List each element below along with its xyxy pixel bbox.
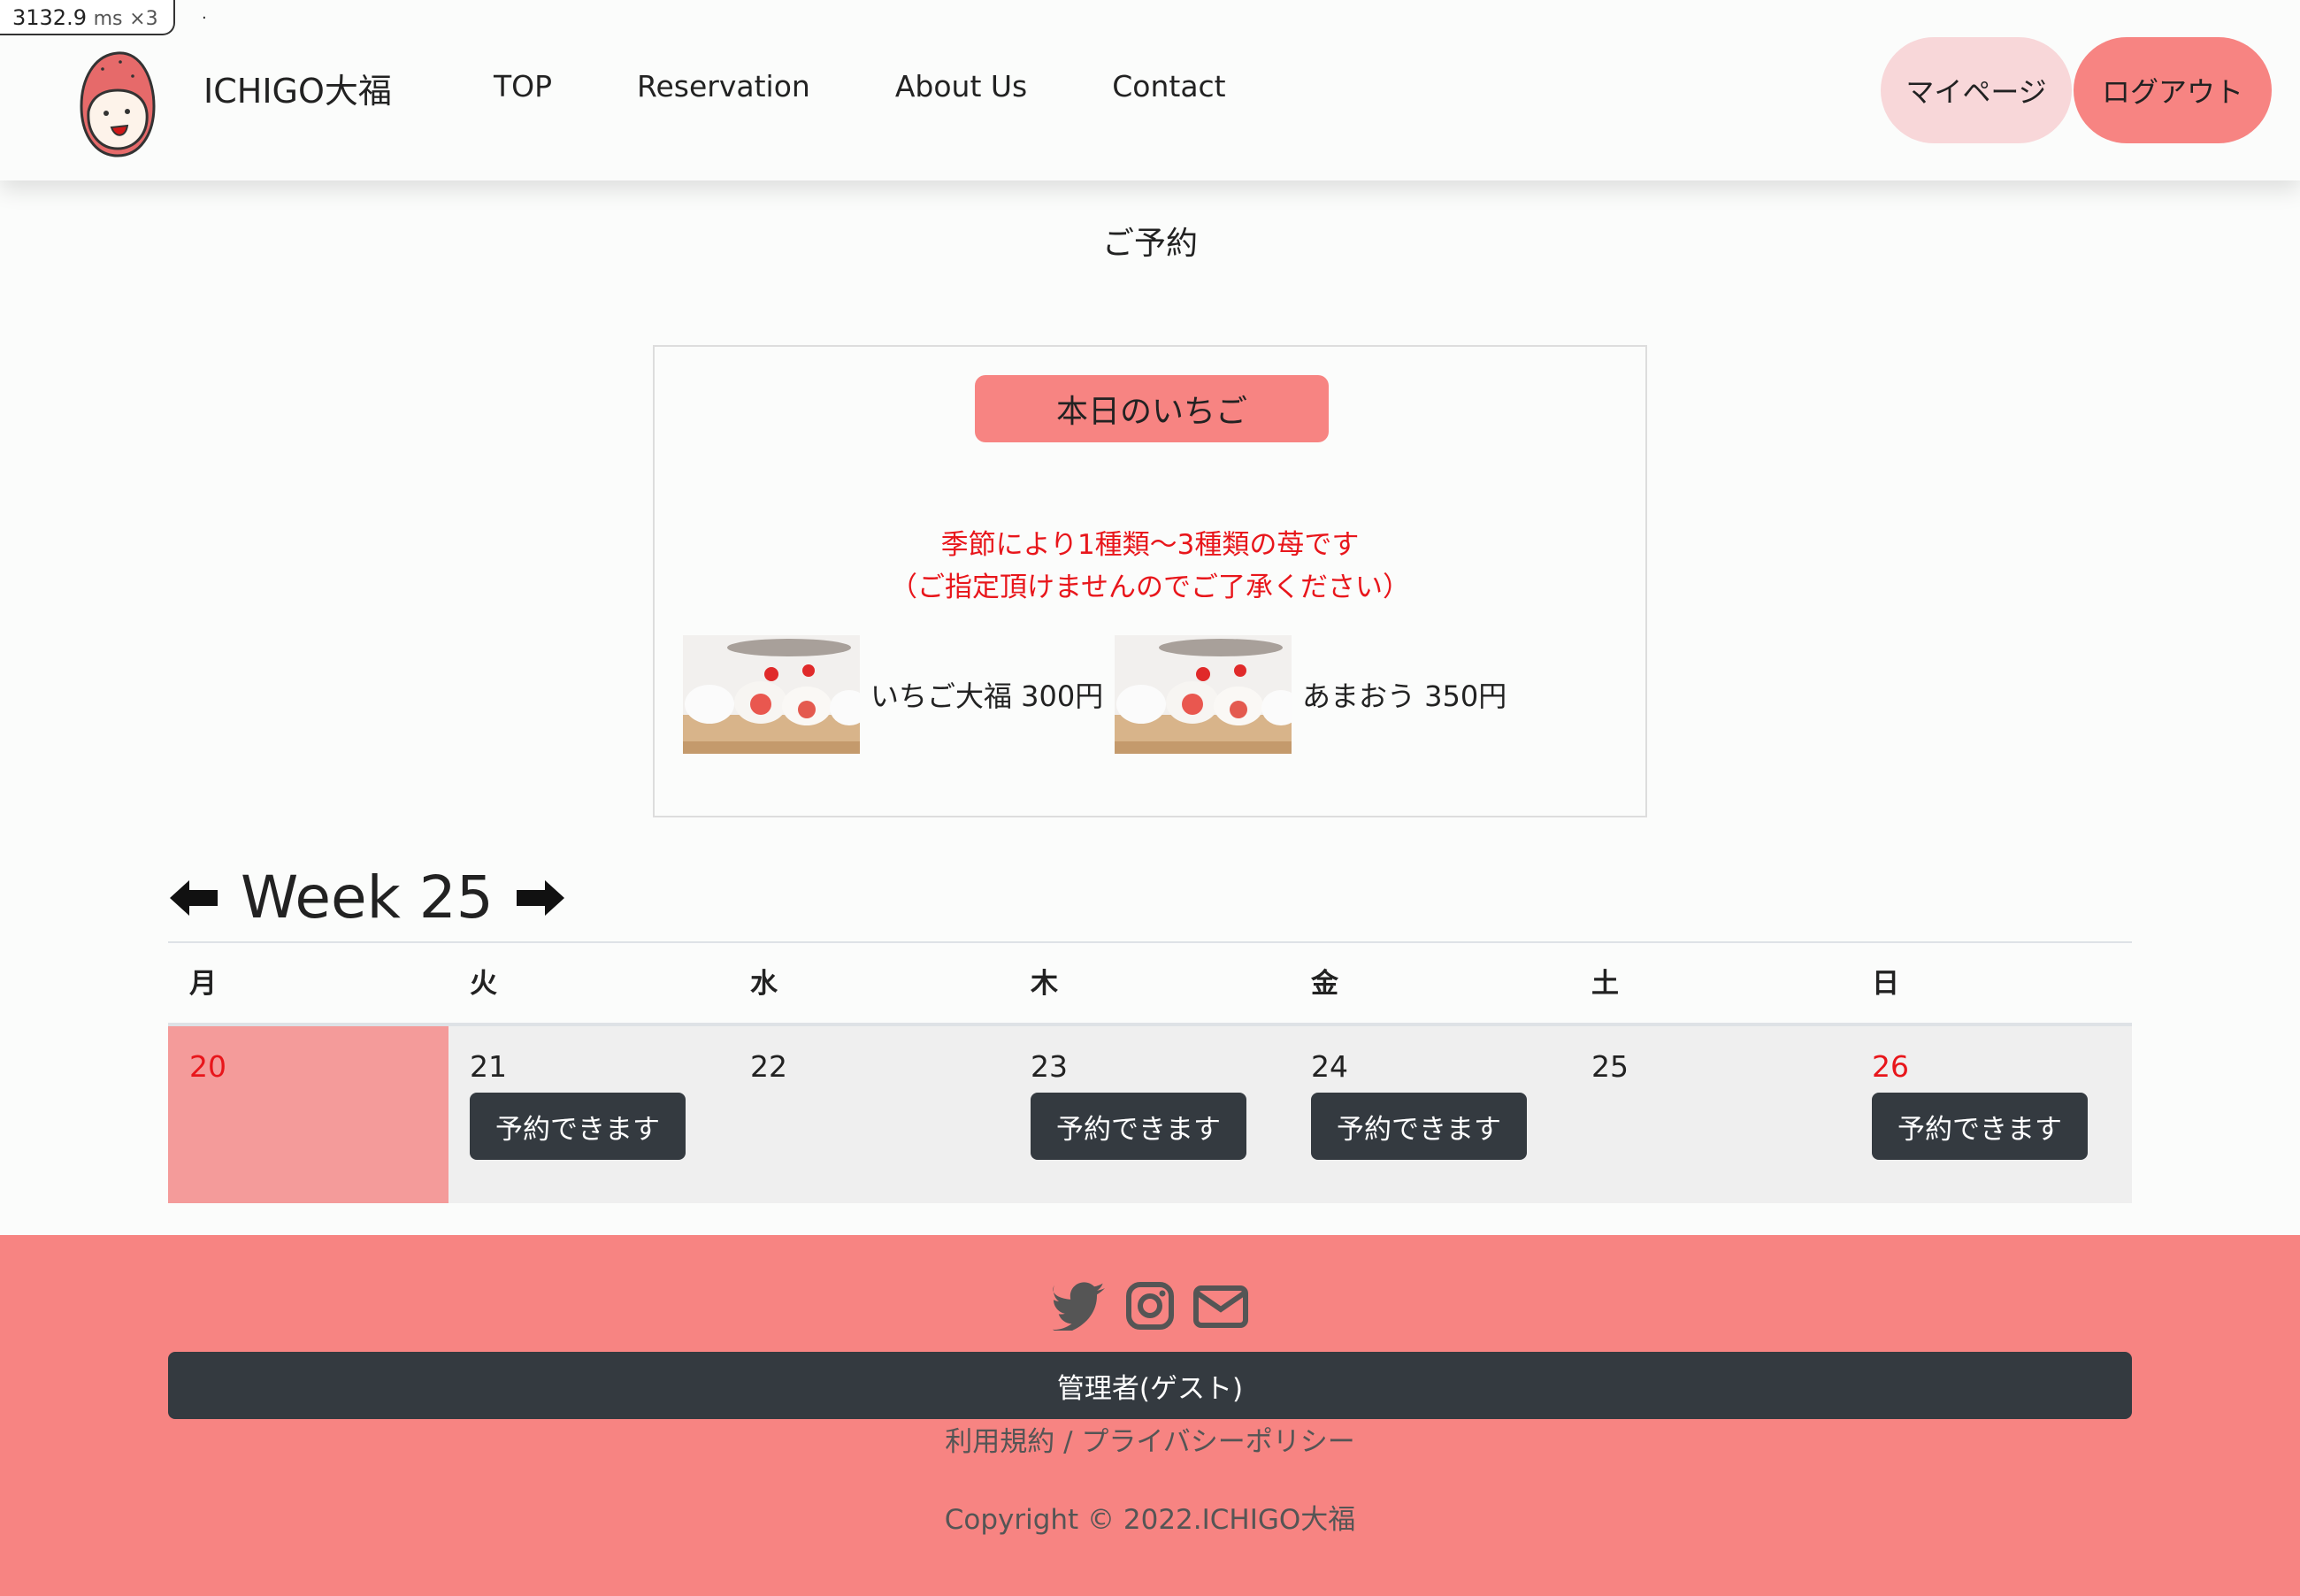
today-badge: 本日のいちご bbox=[975, 375, 1329, 442]
nav-top[interactable]: TOP bbox=[494, 69, 552, 104]
reserve-available-button[interactable]: 予約できます bbox=[1031, 1093, 1246, 1160]
product-item: あまおう 350円 bbox=[1115, 635, 1506, 754]
admin-guest-button[interactable]: 管理者(ゲスト) bbox=[168, 1352, 2132, 1419]
reserve-available-button[interactable]: 予約できます bbox=[1872, 1093, 2088, 1160]
calendar-day-row: 20 21 予約できます 22 23 予約できます 24 予約できます 25 26 予約できます bbox=[168, 1026, 2132, 1203]
arrow-right-icon[interactable] bbox=[515, 879, 566, 917]
calendar-day-cell: 26 予約できます bbox=[1851, 1026, 2131, 1203]
day-number: 20 bbox=[189, 1049, 226, 1084]
instagram-icon[interactable] bbox=[1123, 1281, 1177, 1331]
weekday-wed: 水 bbox=[750, 968, 778, 1000]
social-links bbox=[0, 1281, 2300, 1331]
main-nav: TOP Reservation About Us Contact bbox=[494, 69, 1311, 104]
nav-reservation[interactable]: Reservation bbox=[637, 69, 810, 104]
weekday-sun: 日 bbox=[1872, 968, 1899, 1000]
week-calendar: 月 火 水 木 金 土 日 20 21 予約できます 22 23 予約できます 24 予約でき… bbox=[168, 941, 2132, 1203]
day-number: 25 bbox=[1591, 1049, 1629, 1084]
mypage-button[interactable]: マイページ bbox=[1881, 37, 2072, 143]
perf-multiplier: ×3 bbox=[129, 8, 158, 30]
logout-button[interactable]: ログアウト bbox=[2074, 37, 2272, 143]
calendar-day-cell: 20 bbox=[168, 1026, 448, 1203]
site-header: ICHIGO大福 TOP Reservation About Us Contac… bbox=[0, 0, 2300, 180]
notice-line-2: （ご指定頂けませんのでご了承ください） bbox=[889, 572, 1411, 603]
page-title: ご予約 bbox=[1101, 226, 1198, 262]
weekday-sat: 土 bbox=[1591, 968, 1619, 1000]
daifuku-image bbox=[683, 635, 860, 754]
week-label: Week 25 bbox=[241, 863, 494, 932]
calendar-day-cell: 23 予約できます bbox=[1009, 1026, 1290, 1203]
weekday-mon: 月 bbox=[189, 968, 217, 1000]
calendar-header-row: 月 火 水 木 金 土 日 bbox=[168, 941, 2132, 1026]
today-strawberry-card: 本日のいちご 季節により1種類〜3種類の苺です （ご指定頂けませんのでご了承くだ… bbox=[653, 345, 1647, 817]
arrow-left-icon[interactable] bbox=[168, 879, 219, 917]
weekday-thu: 木 bbox=[1031, 968, 1058, 1000]
calendar-day-cell: 22 bbox=[729, 1026, 1009, 1203]
strawberry-notice: 季節により1種類〜3種類の苺です （ご指定頂けませんのでご了承ください） bbox=[655, 524, 1645, 609]
amaou-image bbox=[1115, 635, 1292, 754]
calendar-day-cell: 21 予約できます bbox=[448, 1026, 729, 1203]
mail-icon[interactable] bbox=[1193, 1281, 1248, 1331]
perf-time: 3132.9 bbox=[12, 5, 87, 30]
perf-dot: · bbox=[202, 9, 207, 27]
day-number: 26 bbox=[1872, 1049, 1909, 1084]
week-navigation: Week 25 bbox=[168, 863, 566, 932]
weekday-fri: 金 bbox=[1311, 968, 1338, 1000]
notice-line-1: 季節により1種類〜3種類の苺です bbox=[940, 529, 1360, 561]
product-name: いちご大福 300円 bbox=[870, 679, 1104, 713]
copyright: Copyright © 2022.ICHIGO大福 bbox=[944, 1504, 1356, 1536]
reserve-available-button[interactable]: 予約できます bbox=[470, 1093, 686, 1160]
strawberry-mascot-logo[interactable] bbox=[76, 50, 159, 159]
day-number: 21 bbox=[470, 1049, 507, 1084]
perf-badge: 3132.9 ms ×3 bbox=[0, 0, 175, 35]
weekday-tue: 火 bbox=[470, 968, 497, 1000]
calendar-day-cell: 24 予約できます bbox=[1290, 1026, 1570, 1203]
day-number: 24 bbox=[1311, 1049, 1348, 1084]
brand-name[interactable]: ICHIGO大福 bbox=[203, 64, 392, 112]
reserve-available-button[interactable]: 予約できます bbox=[1311, 1093, 1527, 1160]
nav-contact[interactable]: Contact bbox=[1112, 69, 1225, 104]
policy-links[interactable]: 利用規約 / プライバシーポリシー bbox=[0, 1421, 2300, 1463]
calendar-day-cell: 25 bbox=[1570, 1026, 1851, 1203]
product-name: あまおう 350円 bbox=[1302, 679, 1507, 713]
day-number: 23 bbox=[1031, 1049, 1068, 1084]
nav-about-us[interactable]: About Us bbox=[895, 69, 1027, 104]
product-item: いちご大福 300円 bbox=[683, 635, 1103, 754]
perf-unit: ms bbox=[93, 8, 123, 30]
twitter-icon[interactable] bbox=[1052, 1281, 1107, 1331]
site-footer: 管理者(ゲスト) 利用規約 / プライバシーポリシー Copyright © 2… bbox=[0, 1235, 2300, 1596]
day-number: 22 bbox=[750, 1049, 787, 1084]
